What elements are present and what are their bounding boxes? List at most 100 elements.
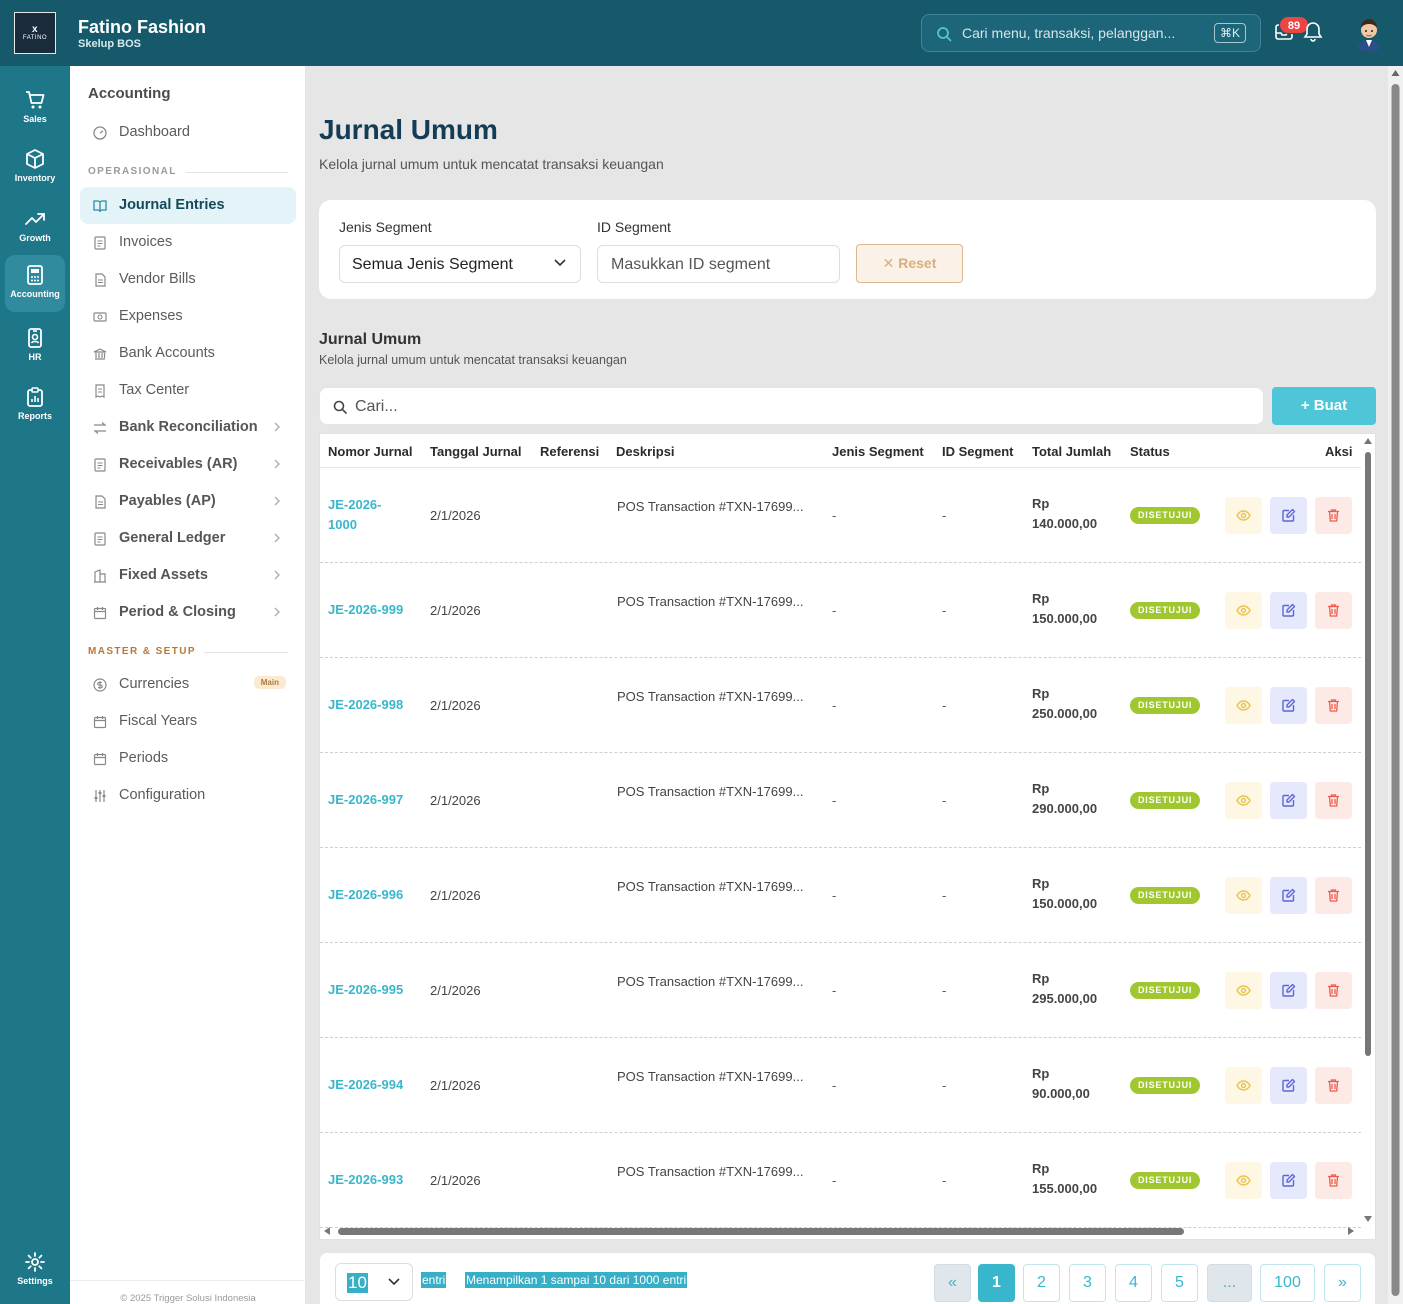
view-button[interactable] bbox=[1225, 1067, 1262, 1104]
page-vertical-scrollbar[interactable] bbox=[1388, 66, 1403, 1304]
journal-description: POS Transaction #TXN-17699... bbox=[617, 784, 804, 799]
per-page-select[interactable]: 10 bbox=[335, 1263, 413, 1301]
chevron-down-icon bbox=[388, 1278, 400, 1286]
table-horizontal-scrollbar[interactable] bbox=[322, 1224, 1362, 1238]
col-header-reference[interactable]: Referensi bbox=[540, 444, 599, 459]
view-button[interactable] bbox=[1225, 782, 1262, 819]
segment-type-select[interactable]: Semua Jenis Segment bbox=[339, 245, 581, 283]
edit-button[interactable] bbox=[1270, 592, 1307, 629]
col-header-description[interactable]: Deskripsi bbox=[616, 444, 675, 459]
edit-button[interactable] bbox=[1270, 687, 1307, 724]
edit-button[interactable] bbox=[1270, 1162, 1307, 1199]
trash-icon bbox=[1328, 509, 1339, 522]
gauge-icon bbox=[93, 126, 107, 140]
rail-item-reports[interactable]: Reports bbox=[5, 377, 65, 434]
table-vertical-scrollbar[interactable] bbox=[1362, 436, 1374, 1224]
journal-number-link[interactable]: JE-2026-994 bbox=[328, 1075, 408, 1095]
view-button[interactable] bbox=[1225, 592, 1262, 629]
create-button[interactable]: + Buat bbox=[1272, 387, 1376, 425]
delete-button[interactable] bbox=[1315, 687, 1352, 724]
building-icon bbox=[94, 569, 106, 583]
global-search-input[interactable]: Cari menu, transaksi, pelanggan... ⌘K bbox=[921, 14, 1261, 52]
edit-button[interactable] bbox=[1270, 782, 1307, 819]
main-currency-badge: Main bbox=[253, 676, 286, 689]
edit-button[interactable] bbox=[1270, 877, 1307, 914]
first-page-button[interactable]: « bbox=[934, 1264, 971, 1302]
sidebar-item-payables[interactable]: Payables (AP) bbox=[80, 483, 296, 520]
journal-number-link[interactable]: JE-2026-1000 bbox=[328, 495, 408, 535]
rail-item-settings[interactable]: Settings bbox=[5, 1242, 65, 1299]
reset-button[interactable]: ✕ Reset bbox=[856, 244, 963, 283]
next-page-button[interactable]: » bbox=[1324, 1264, 1361, 1302]
rail-item-hr[interactable]: HR bbox=[5, 318, 65, 375]
col-header-date[interactable]: Tanggal Jurnal bbox=[430, 444, 522, 459]
journal-number-link[interactable]: JE-2026-996 bbox=[328, 885, 408, 905]
journal-number-link[interactable]: JE-2026-999 bbox=[328, 600, 408, 620]
sidebar-item-invoices[interactable]: Invoices bbox=[80, 224, 296, 261]
edit-button[interactable] bbox=[1270, 497, 1307, 534]
sidebar-item-general-ledger[interactable]: General Ledger bbox=[80, 520, 296, 557]
journal-number-link[interactable]: JE-2026-998 bbox=[328, 695, 408, 715]
total-amount: Rp 295.000,00 bbox=[1032, 971, 1098, 1006]
delete-button[interactable] bbox=[1315, 1067, 1352, 1104]
col-header-segment-type[interactable]: Jenis Segment bbox=[832, 444, 924, 459]
delete-button[interactable] bbox=[1315, 1162, 1352, 1199]
page-2-button[interactable]: 2 bbox=[1023, 1264, 1060, 1302]
view-button[interactable] bbox=[1225, 1162, 1262, 1199]
edit-button[interactable] bbox=[1270, 972, 1307, 1009]
sidebar-item-fiscal-years[interactable]: Fiscal Years bbox=[80, 703, 296, 740]
rail-item-growth[interactable]: Growth bbox=[5, 199, 65, 256]
table-subtitle: Kelola jurnal umum untuk mencatat transa… bbox=[319, 353, 627, 367]
segment-id-value: - bbox=[942, 983, 947, 998]
last-page-button[interactable]: 100 bbox=[1260, 1264, 1315, 1302]
brand-logo[interactable]: x FATINO bbox=[14, 12, 56, 54]
delete-button[interactable] bbox=[1315, 877, 1352, 914]
sidebar-item-bank-accounts[interactable]: Bank Accounts bbox=[80, 335, 296, 372]
col-header-number[interactable]: Nomor Jurnal bbox=[328, 444, 413, 459]
journal-number-link[interactable]: JE-2026-997 bbox=[328, 790, 408, 810]
sidebar-item-tax-center[interactable]: Tax Center bbox=[80, 372, 296, 409]
view-button[interactable] bbox=[1225, 877, 1262, 914]
col-header-segment-id[interactable]: ID Segment bbox=[942, 444, 1014, 459]
sidebar-item-receivables[interactable]: Receivables (AR) bbox=[80, 446, 296, 483]
rail-item-accounting[interactable]: Accounting bbox=[5, 255, 65, 312]
sidebar-item-journal-entries[interactable]: Journal Entries bbox=[80, 187, 296, 224]
view-button[interactable] bbox=[1225, 687, 1262, 724]
sidebar-item-currencies[interactable]: Currencies Main bbox=[80, 666, 296, 703]
segment-id-input[interactable]: Masukkan ID segment bbox=[597, 245, 840, 283]
delete-button[interactable] bbox=[1315, 782, 1352, 819]
sidebar-item-periods[interactable]: Periods bbox=[80, 740, 296, 777]
col-header-total[interactable]: Total Jumlah bbox=[1032, 444, 1111, 459]
delete-button[interactable] bbox=[1315, 592, 1352, 629]
delete-button[interactable] bbox=[1315, 497, 1352, 534]
col-header-actions: Aksi bbox=[1325, 444, 1353, 459]
sidebar-item-dashboard[interactable]: Dashboard bbox=[80, 114, 296, 151]
rail-item-inventory[interactable]: Inventory bbox=[5, 139, 65, 196]
sidebar-item-bank-reconciliation[interactable]: Bank Reconciliation bbox=[80, 409, 296, 446]
edit-button[interactable] bbox=[1270, 1067, 1307, 1104]
journal-number-link[interactable]: JE-2026-995 bbox=[328, 980, 408, 1000]
col-header-status[interactable]: Status bbox=[1130, 444, 1170, 459]
page-5-button[interactable]: 5 bbox=[1161, 1264, 1198, 1302]
journal-number-link[interactable]: JE-2026-993 bbox=[328, 1170, 408, 1190]
sidebar-item-configuration[interactable]: Configuration bbox=[80, 777, 296, 814]
edit-icon bbox=[1282, 1078, 1296, 1092]
delete-button[interactable] bbox=[1315, 972, 1352, 1009]
table-row: JE-2026-996 2/1/2026 POS Transaction #TXN-… bbox=[320, 848, 1361, 943]
table-search-input[interactable]: Cari... bbox=[319, 387, 1264, 425]
table-row: JE-2026-998 2/1/2026 POS Transaction #TXN-… bbox=[320, 658, 1361, 753]
page-3-button[interactable]: 3 bbox=[1069, 1264, 1106, 1302]
page-4-button[interactable]: 4 bbox=[1115, 1264, 1152, 1302]
page-1-button[interactable]: 1 bbox=[978, 1264, 1015, 1302]
sidebar-item-period-closing[interactable]: Period & Closing bbox=[80, 594, 296, 631]
user-avatar[interactable] bbox=[1350, 14, 1388, 52]
bell-icon[interactable] bbox=[1303, 21, 1323, 43]
segment-id-value: - bbox=[942, 793, 947, 808]
status-badge: DISETUJUI bbox=[1130, 1077, 1201, 1094]
sidebar-item-vendor-bills[interactable]: Vendor Bills bbox=[80, 261, 296, 298]
sidebar-item-expenses[interactable]: Expenses bbox=[80, 298, 296, 335]
rail-item-sales[interactable]: Sales bbox=[5, 80, 65, 137]
view-button[interactable] bbox=[1225, 497, 1262, 534]
sidebar-item-fixed-assets[interactable]: Fixed Assets bbox=[80, 557, 296, 594]
view-button[interactable] bbox=[1225, 972, 1262, 1009]
